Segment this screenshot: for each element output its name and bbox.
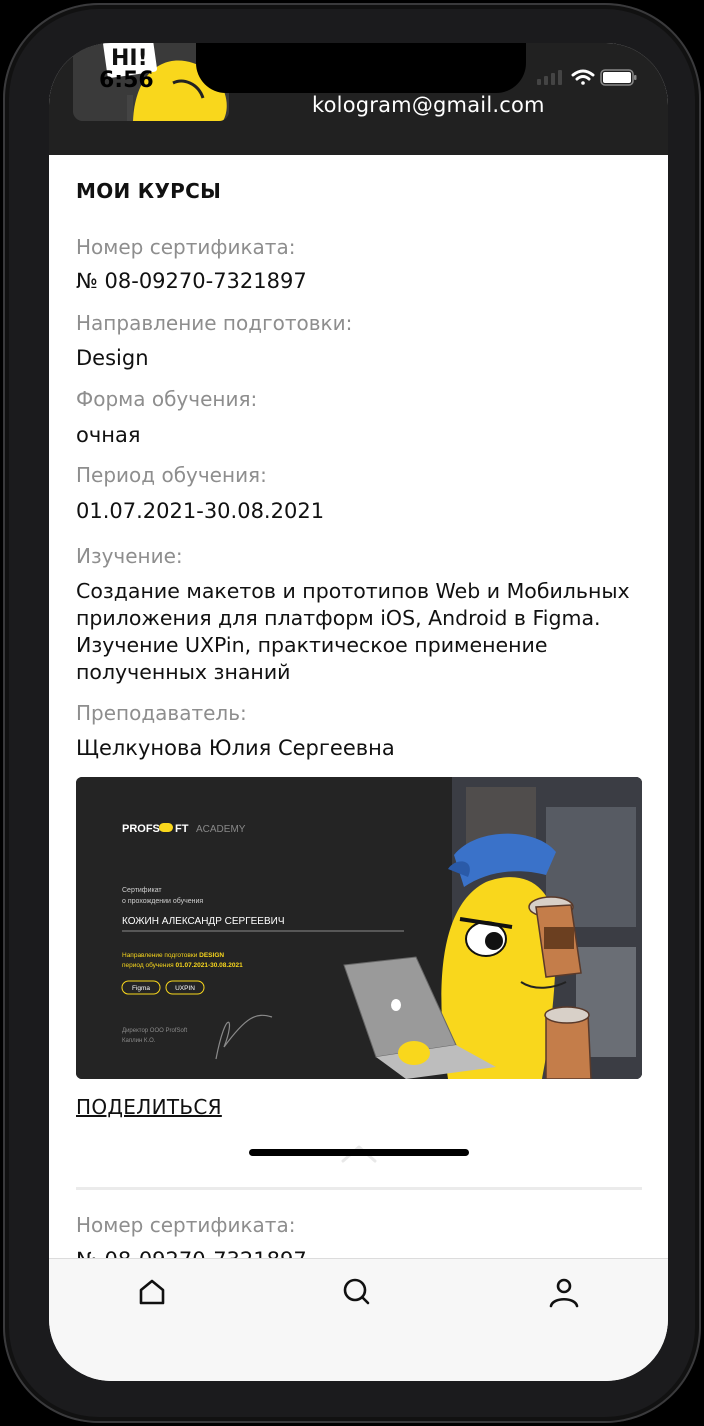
cert-logo-right: FT: [175, 823, 189, 835]
next-cert-number-label: Номер сертификата:: [76, 1213, 296, 1237]
course-divider: [76, 1187, 642, 1190]
tab-bar: [49, 1258, 668, 1381]
share-link[interactable]: ПОДЕЛИТЬСЯ: [76, 1095, 222, 1119]
direction-label: Направление подготовки:: [76, 311, 353, 335]
study-form-value: очная: [76, 423, 141, 447]
direction-value: Design: [76, 346, 149, 370]
status-icons: [537, 65, 647, 89]
certificate-image[interactable]: PROFS FT ACADEMY Сертификат о прохождени…: [76, 777, 642, 1079]
status-time: 6:56: [99, 68, 154, 93]
search-icon: [343, 1278, 370, 1305]
wifi-icon: [571, 69, 595, 85]
cert-number-value: № 08-09270-7321897: [76, 269, 307, 293]
cert-logo-left: PROFS: [122, 823, 160, 835]
home-icon: [139, 1279, 165, 1305]
profile-icon: [549, 1278, 579, 1308]
tab-home[interactable]: [135, 1275, 169, 1309]
battery-icon: [600, 69, 637, 86]
user-email: kologram@gmail.com: [312, 93, 545, 117]
cert-director-1: Директор ООО ProfSoft: [122, 1028, 187, 1034]
cert-direction-line: Направление подготовки DESIGN: [122, 952, 224, 959]
screen: HI! kologram@gmail.com 6:56 МОИ КУРСЫ Но…: [49, 43, 668, 1381]
cert-caption-1: Сертификат: [122, 887, 162, 894]
period-value: 01.07.2021-30.08.2021: [76, 499, 325, 523]
cert-logo-academy: ACADEMY: [196, 824, 246, 835]
period-label: Период обучения:: [76, 463, 267, 487]
home-indicator: [249, 1149, 469, 1156]
study-form-label: Форма обучения:: [76, 387, 258, 411]
study-label: Изучение:: [76, 544, 183, 568]
cert-director-2: Каплин К.О.: [122, 1038, 156, 1044]
study-value: Создание макетов и прототипов Web и Моби…: [76, 579, 630, 684]
phone-frame: HI! kologram@gmail.com 6:56 МОИ КУРСЫ Но…: [3, 3, 701, 1423]
section-title: МОИ КУРСЫ: [76, 179, 222, 203]
cert-logo-toggle: [159, 823, 173, 832]
tab-search[interactable]: [340, 1275, 374, 1309]
cert-period-line: период обучения 01.07.2021-30.08.2021: [122, 961, 243, 969]
signal-icon: [537, 70, 562, 85]
tab-profile[interactable]: [547, 1275, 581, 1309]
cert-tag-figma: Figma: [132, 985, 150, 992]
cert-caption-2: о прохождении обучения: [122, 897, 203, 905]
cert-holder-name: КОЖИН АЛЕКСАНДР СЕРГЕЕВИЧ: [122, 916, 284, 927]
teacher-label: Преподаватель:: [76, 701, 247, 725]
cert-number-label: Номер сертификата:: [76, 235, 296, 259]
teacher-value: Щелкунова Юлия Сергеевна: [76, 736, 395, 760]
device-notch: [196, 43, 526, 93]
cert-tag-uxpin: UXPIN: [175, 985, 195, 992]
